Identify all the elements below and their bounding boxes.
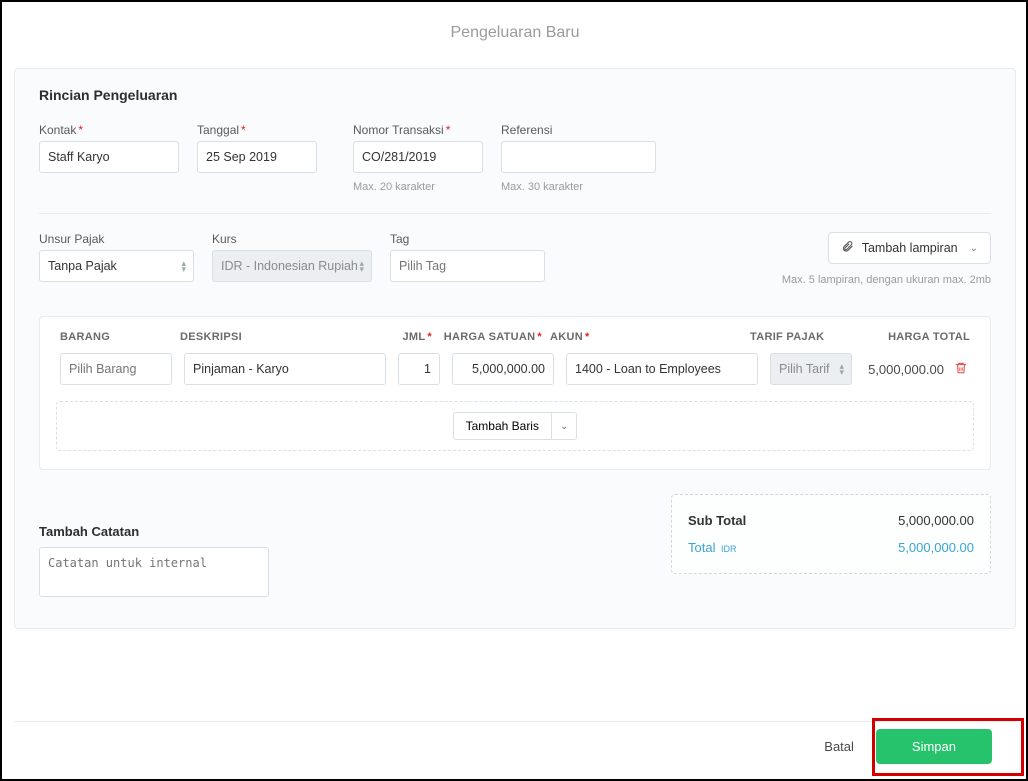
nomor-input[interactable]: [353, 141, 483, 173]
required-marker: *: [78, 123, 83, 137]
add-row-dropdown-button[interactable]: ⌄: [552, 412, 577, 440]
col-harga: HARGA SATUAN*: [436, 331, 546, 343]
subtotal-label: Sub Total: [688, 513, 746, 528]
jml-input[interactable]: [398, 353, 440, 385]
required-marker: *: [446, 123, 451, 137]
chevron-down-icon: ⌄: [560, 421, 568, 432]
hint-attachments: Max. 5 lampiran, dengan ukuran max. 2mb: [782, 274, 991, 286]
chevron-down-icon: ⌄: [970, 243, 978, 254]
trash-icon[interactable]: [952, 361, 970, 378]
harga-input[interactable]: [452, 353, 554, 385]
notes-textarea[interactable]: [39, 547, 269, 597]
col-total: HARGA TOTAL: [836, 331, 974, 343]
label-tag: Tag: [390, 232, 545, 246]
label-unsur: Unsur Pajak: [39, 232, 194, 246]
details-card: Rincian Pengeluaran Kontak* Tanggal* Nom…: [14, 68, 1016, 629]
col-barang: BARANG: [56, 331, 176, 343]
field-tanggal: Tanggal*: [197, 123, 317, 173]
attachment-button-label: Tambah lampiran: [862, 241, 958, 255]
footer-bar: Batal Simpan: [14, 721, 1016, 771]
field-kurs: Kurs ▴▾: [212, 232, 372, 282]
paperclip-icon: [841, 240, 854, 256]
add-row-button[interactable]: Tambah Baris: [453, 412, 552, 440]
label-nomor: Nomor Transaksi*: [353, 123, 483, 137]
totals-box: Sub Total 5,000,000.00 Total IDR 5,000,0…: [671, 494, 991, 574]
page-title: Pengeluaran Baru: [14, 2, 1016, 68]
add-row-area: Tambah Baris ⌄: [56, 401, 974, 451]
tanggal-input[interactable]: [197, 141, 317, 173]
required-marker: *: [241, 123, 246, 137]
field-tag: Tag: [390, 232, 545, 282]
field-referensi: Referensi Max. 30 karakter: [501, 123, 656, 193]
akun-input[interactable]: [566, 353, 758, 385]
label-tanggal: Tanggal*: [197, 123, 317, 137]
tag-input[interactable]: [390, 250, 545, 282]
label-kurs: Kurs: [212, 232, 372, 246]
col-deskripsi: DESKRIPSI: [176, 331, 386, 343]
section-title-rincian: Rincian Pengeluaran: [39, 87, 991, 103]
field-kontak: Kontak*: [39, 123, 179, 173]
row-total: 5,000,000.00: [868, 362, 944, 377]
add-attachment-button[interactable]: Tambah lampiran ⌄: [828, 232, 991, 264]
notes-title: Tambah Catatan: [39, 524, 269, 539]
total-value: 5,000,000.00: [898, 540, 974, 555]
field-nomor: Nomor Transaksi* Max. 20 karakter: [353, 123, 483, 193]
label-referensi: Referensi: [501, 123, 656, 137]
tarif-select: [770, 353, 852, 385]
referensi-input[interactable]: [501, 141, 656, 173]
barang-input[interactable]: [60, 353, 172, 385]
col-akun: AKUN*: [546, 331, 746, 343]
hint-ref: Max. 30 karakter: [501, 181, 656, 193]
subtotal-value: 5,000,000.00: [898, 513, 974, 528]
table-row: ▴▾ 5,000,000.00: [56, 353, 974, 385]
label-kontak: Kontak*: [39, 123, 179, 137]
save-button[interactable]: Simpan: [876, 729, 992, 764]
kontak-input[interactable]: [39, 141, 179, 173]
total-label: Total IDR: [688, 540, 736, 555]
unsur-select[interactable]: [39, 250, 194, 282]
col-jml: JML*: [386, 331, 436, 343]
field-unsur: Unsur Pajak ▴▾: [39, 232, 194, 282]
line-items-table: BARANG DESKRIPSI JML* HARGA SATUAN* AKUN…: [39, 316, 991, 470]
deskripsi-input[interactable]: [184, 353, 386, 385]
col-tarif: TARIF PAJAK: [746, 331, 836, 343]
hint-nomor: Max. 20 karakter: [353, 181, 483, 193]
cancel-button[interactable]: Batal: [824, 739, 854, 754]
kurs-select: [212, 250, 372, 282]
